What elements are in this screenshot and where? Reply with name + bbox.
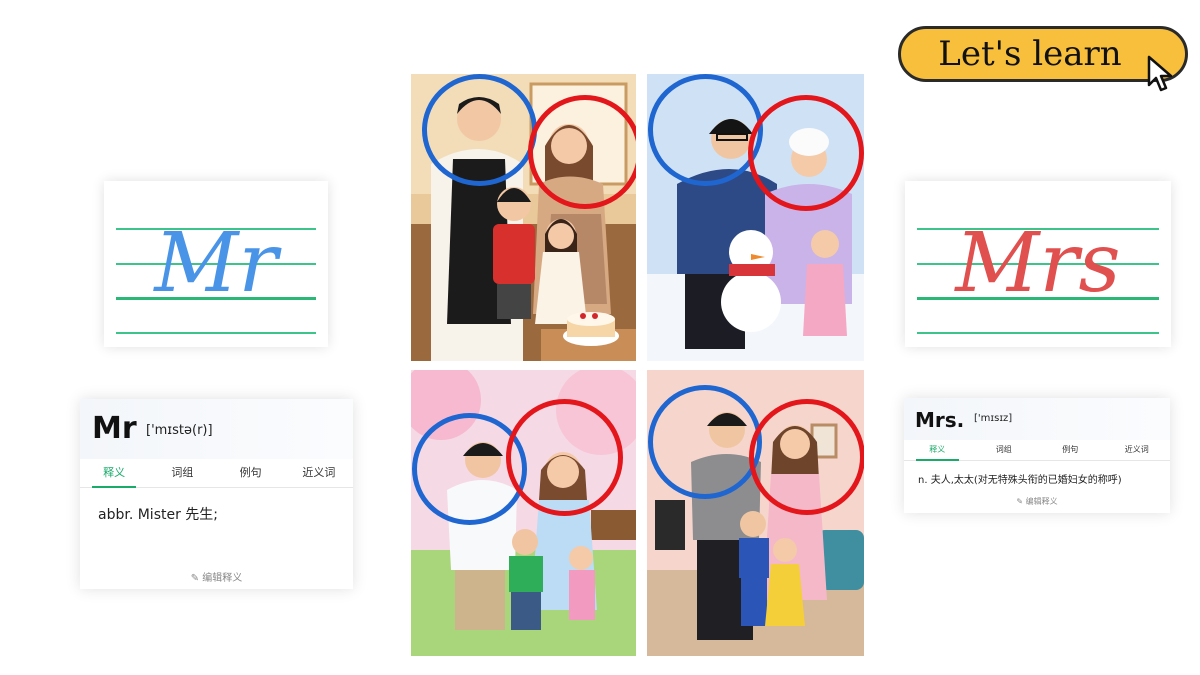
mother-highlight-circle xyxy=(528,95,636,209)
guide-line-bottom xyxy=(116,332,316,334)
father-highlight-circle xyxy=(648,74,763,186)
mrs-dictionary-card: Mrs. ['mɪsɪz] 释义 词组 例句 近义词 n. 夫人,太太(对无特殊… xyxy=(904,398,1170,513)
guide-line-bottom xyxy=(917,332,1159,334)
mother-highlight-circle xyxy=(506,399,623,516)
mother-highlight-circle xyxy=(748,95,864,211)
lets-learn-label: Let's learn xyxy=(938,34,1122,74)
tab-examples[interactable]: 例句 xyxy=(1037,442,1104,460)
headword: Mrs. xyxy=(915,408,965,432)
tab-definition[interactable]: 释义 xyxy=(904,442,971,461)
tab-phrases[interactable]: 词组 xyxy=(971,442,1038,460)
family-photo-snow xyxy=(647,74,864,361)
mr-dictionary-card: Mr ['mɪstə(r)] 释义 词组 例句 近义词 abbr. Mister… xyxy=(80,399,353,589)
edit-label: 编辑释义 xyxy=(1025,497,1058,506)
tab-synonyms[interactable]: 近义词 xyxy=(285,463,353,487)
father-highlight-circle xyxy=(422,74,537,186)
tab-examples[interactable]: 例句 xyxy=(217,463,285,487)
dictionary-tabs: 释义 词组 例句 近义词 xyxy=(904,442,1170,461)
mr-writing-card: Mr xyxy=(104,181,328,347)
mrs-script-word: Mrs xyxy=(955,216,1121,311)
headword: Mr xyxy=(92,411,137,446)
father-highlight-circle xyxy=(648,385,762,499)
family-photo-kitchen xyxy=(411,74,636,361)
tab-synonyms[interactable]: 近义词 xyxy=(1104,442,1171,460)
mother-highlight-circle xyxy=(749,399,864,515)
tab-definition[interactable]: 释义 xyxy=(80,463,148,488)
mrs-writing-card: Mrs xyxy=(905,181,1171,347)
family-photo-park xyxy=(411,370,636,656)
edit-definition-link[interactable]: ✎ 编辑释义 xyxy=(904,496,1170,507)
family-photo-living-room xyxy=(647,370,864,656)
cursor-icon xyxy=(1147,55,1173,92)
edit-label: 编辑释义 xyxy=(202,573,243,584)
mr-script-word: Mr xyxy=(154,216,278,311)
dictionary-tabs: 释义 词组 例句 近义词 xyxy=(80,463,353,488)
phonetic: ['mɪsɪz] xyxy=(974,413,1013,424)
definition-text: abbr. Mister 先生; xyxy=(98,507,219,523)
definition-text: n. 夫人,太太(对无特殊头衔的已婚妇女的称呼) xyxy=(918,475,1122,486)
lets-learn-button[interactable]: Let's learn xyxy=(898,26,1188,92)
phonetic: ['mɪstə(r)] xyxy=(146,423,213,438)
tab-phrases[interactable]: 词组 xyxy=(148,463,216,487)
edit-definition-link[interactable]: ✎ 编辑释义 xyxy=(80,569,353,584)
